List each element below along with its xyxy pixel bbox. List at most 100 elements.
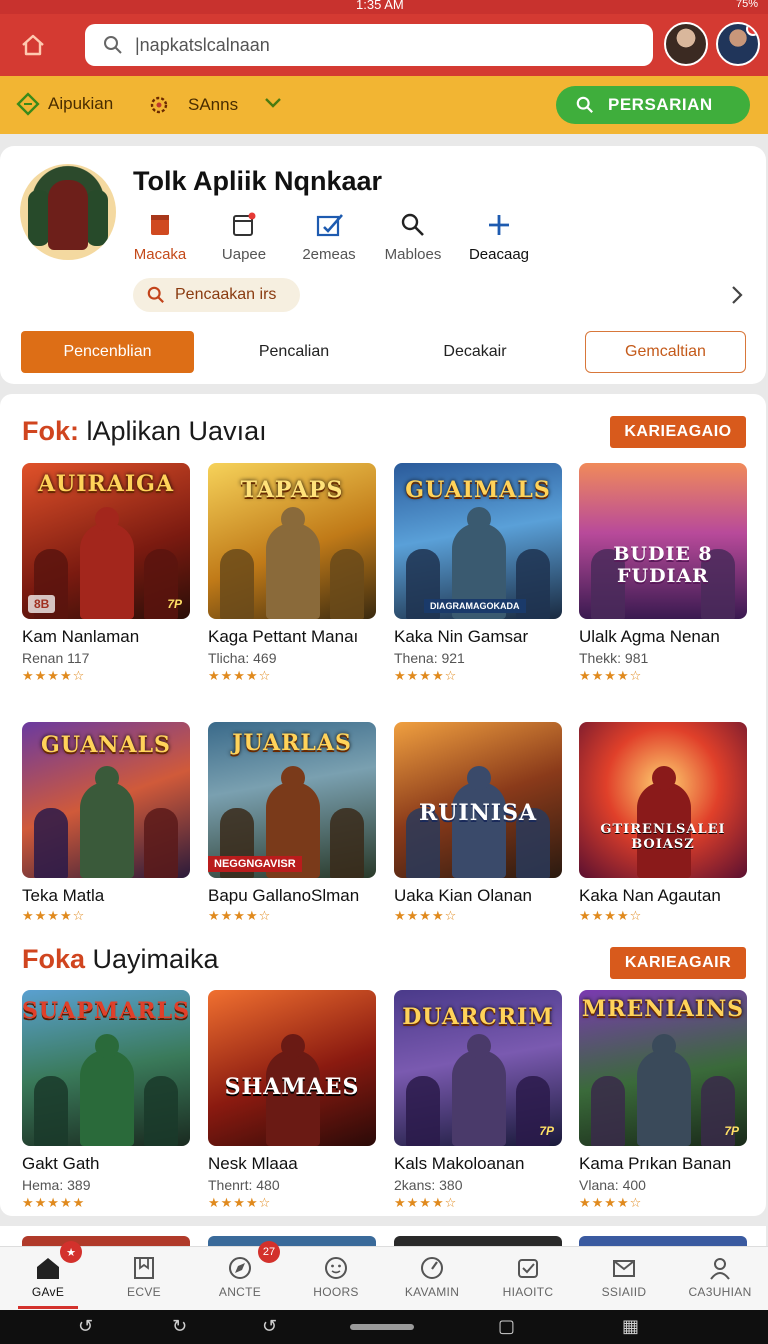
search-icon bbox=[104, 36, 122, 54]
category-aipukian[interactable]: Aipukian bbox=[16, 92, 113, 116]
profile-title: Tolk Apliik Nqnkaar bbox=[133, 166, 383, 196]
game-card[interactable]: SUAPMARLS Gakt Gath Hema: 389 ★★★★★ bbox=[22, 990, 190, 1211]
game-meta: Thekk: 981 bbox=[579, 650, 649, 666]
search-chip[interactable]: Pencaakan irs bbox=[133, 278, 300, 312]
status-battery: 75% bbox=[735, 0, 758, 10]
home-icon bbox=[22, 34, 44, 56]
quick-action-deacaag[interactable]: Deacaag bbox=[454, 210, 544, 263]
game-title: Kaka Nin Gamsar bbox=[394, 627, 529, 646]
section-more-button[interactable]: KARIEAGAIO bbox=[610, 416, 746, 448]
edit-icon bbox=[316, 214, 343, 237]
game-meta: Thena: 921 bbox=[394, 650, 465, 666]
system-refresh-icon[interactable]: ↻ bbox=[172, 1316, 187, 1337]
game-card[interactable]: RUINISA Uaka Kian Olanan ★★★★☆ bbox=[394, 722, 562, 924]
nav-ca3uhian[interactable]: CA3UHIAN bbox=[672, 1247, 768, 1311]
rating-stars: ★★★★☆ bbox=[22, 668, 86, 683]
game-card[interactable]: GUANALS Teka Matla ★★★★☆ bbox=[22, 722, 190, 924]
section-more-button[interactable]: KARIEAGAIR bbox=[610, 947, 746, 979]
game-thumbnail: MRENIAINS 7P bbox=[579, 990, 747, 1146]
search-bar[interactable]: |napkatslcalnaan bbox=[85, 24, 653, 66]
tab-decakair[interactable]: Decakair bbox=[392, 331, 558, 373]
game-card[interactable]: GUAIMALS DIAGRAMAGOKADA Kaka Nin Gamsar … bbox=[394, 463, 562, 684]
avatar-notified[interactable] bbox=[716, 22, 760, 66]
game-thumbnail: GUAIMALS DIAGRAMAGOKADA bbox=[394, 463, 562, 619]
game-card[interactable]: GTIRENLSALEI BOIASZ Kaka Nan Agautan ★★★… bbox=[579, 722, 747, 924]
chip-label: Pencaakan irs bbox=[175, 286, 277, 303]
avatar[interactable] bbox=[664, 22, 708, 66]
nav-kavamin[interactable]: KAVAMIN bbox=[384, 1247, 480, 1311]
category-sanns[interactable]: SAnns bbox=[146, 92, 238, 118]
search-placeholder: |napkatslcalnaan bbox=[135, 34, 270, 55]
game-card[interactable]: DUARCRIM 7P Kals Makoloanan 2kans: 380 ★… bbox=[394, 990, 562, 1211]
game-title: Bapu GallanoSlman bbox=[208, 886, 360, 905]
nav-badge: 27 bbox=[258, 1241, 280, 1263]
nav-hoors[interactable]: HOORS bbox=[288, 1247, 384, 1311]
game-card[interactable]: SHAMAES Nesk Mlaaa Thenrt: 480 ★★★★☆ bbox=[208, 990, 376, 1211]
tab-pencenblian[interactable]: Pencenblian bbox=[21, 331, 194, 373]
tab-pencalian[interactable]: Pencalian bbox=[212, 331, 376, 373]
game-card[interactable]: JUARLAS NEGGNGAVISR Bapu GallanoSlman ★★… bbox=[208, 722, 376, 924]
nav-ssiaiid[interactable]: SSIAIID bbox=[576, 1247, 672, 1311]
nav-gave[interactable]: ★ GAvE bbox=[0, 1241, 96, 1311]
game-title: Teka Matla bbox=[22, 886, 105, 905]
game-title: Ulalk Agma Nenan bbox=[579, 627, 720, 646]
rating-stars: ★★★★☆ bbox=[394, 1195, 458, 1210]
nav-hiaoitc[interactable]: HIAOITC bbox=[480, 1247, 576, 1311]
game-meta: Renan 117 bbox=[22, 650, 90, 666]
home-button[interactable] bbox=[16, 28, 50, 62]
mail-icon bbox=[613, 1260, 635, 1277]
system-nav-bar: ↺ ↻ ↺ ▢ ▦ bbox=[0, 1310, 768, 1344]
user-icon bbox=[710, 1258, 730, 1280]
category-bar: Aipukian SAnns PERSARIAN bbox=[0, 76, 768, 134]
game-thumbnail: GUANALS bbox=[22, 722, 190, 878]
game-title: Kals Makoloanan bbox=[394, 1154, 525, 1173]
nav-ecve[interactable]: ECVE bbox=[96, 1247, 192, 1311]
game-meta: Hema: 389 bbox=[22, 1177, 91, 1193]
nav-badge: ★ bbox=[60, 1241, 82, 1263]
quick-action-uapee[interactable]: Uapee bbox=[199, 210, 289, 263]
system-grid-icon[interactable]: ▦ bbox=[622, 1316, 639, 1337]
category-dropdown[interactable] bbox=[262, 92, 284, 114]
system-square-icon[interactable]: ▢ bbox=[498, 1316, 515, 1337]
quick-action-2emeas[interactable]: 2emeas bbox=[284, 210, 374, 263]
category-label: SAnns bbox=[188, 95, 239, 114]
rating-stars: ★★★★☆ bbox=[394, 668, 458, 683]
home-icon bbox=[37, 1258, 59, 1279]
system-recent-icon[interactable]: ↺ bbox=[262, 1316, 277, 1337]
system-home-pill[interactable] bbox=[350, 1324, 414, 1330]
game-meta: Vlana: 400 bbox=[579, 1177, 646, 1193]
diamond-icon bbox=[16, 92, 40, 116]
quick-action-macaka[interactable]: Macaka bbox=[115, 210, 205, 263]
rating-stars: ★★★★☆ bbox=[208, 668, 272, 683]
game-card[interactable]: MRENIAINS 7P Kama Prıkan Banan Vlana: 40… bbox=[579, 990, 747, 1211]
bottom-navigation: ★ GAvE ECVE 27 ANCTE HOORS KAVAMIN HIAOI… bbox=[0, 1241, 768, 1311]
game-thumbnail: RUINISA bbox=[394, 722, 562, 878]
app-header: |napkatslcalnaan bbox=[0, 14, 768, 76]
nav-label: ECVE bbox=[127, 1285, 161, 1299]
chevron-down-icon bbox=[265, 98, 281, 108]
game-card[interactable]: AUIRAIGA 8B 7P Kam Nanlaman Renan 117 ★★… bbox=[22, 463, 190, 684]
compass-icon bbox=[229, 1257, 251, 1279]
quick-action-label: Uapee bbox=[221, 246, 267, 263]
persarian-button[interactable]: PERSARIAN bbox=[556, 86, 750, 124]
bookmark-icon bbox=[151, 215, 169, 235]
rating-stars: ★★★★★ bbox=[22, 1195, 86, 1210]
status-time: 1:35 AM bbox=[356, 0, 404, 12]
bookmark-icon bbox=[134, 1257, 154, 1279]
nav-label: HOORS bbox=[313, 1285, 359, 1299]
game-thumbnail: BUDIE 8 FUDIAR bbox=[579, 463, 747, 619]
system-back-icon[interactable]: ↺ bbox=[78, 1316, 93, 1337]
game-card[interactable]: BUDIE 8 FUDIAR Ulalk Agma Nenan Thekk: 9… bbox=[579, 463, 747, 684]
tab-gemcaltian[interactable]: Gemcaltian bbox=[585, 331, 746, 373]
window-icon bbox=[233, 212, 256, 236]
search-icon bbox=[401, 213, 424, 236]
plus-icon bbox=[489, 215, 509, 235]
quick-action-mabloes[interactable]: Mabloes bbox=[368, 210, 458, 263]
persarian-label: PERSARIAN bbox=[608, 95, 713, 114]
game-card[interactable]: TAPAPS Kaga Pettant Manaı Tlicha: 469 ★★… bbox=[208, 463, 376, 684]
games-panel: Fok: lAplikan Uavıaı KARIEAGAIO AUIRAIGA… bbox=[0, 394, 766, 1216]
nav-ancte[interactable]: 27 ANCTE bbox=[192, 1241, 288, 1311]
rating-stars: ★★★★☆ bbox=[579, 908, 643, 923]
face-icon bbox=[325, 1257, 347, 1279]
chevron-right-icon[interactable] bbox=[728, 284, 746, 306]
